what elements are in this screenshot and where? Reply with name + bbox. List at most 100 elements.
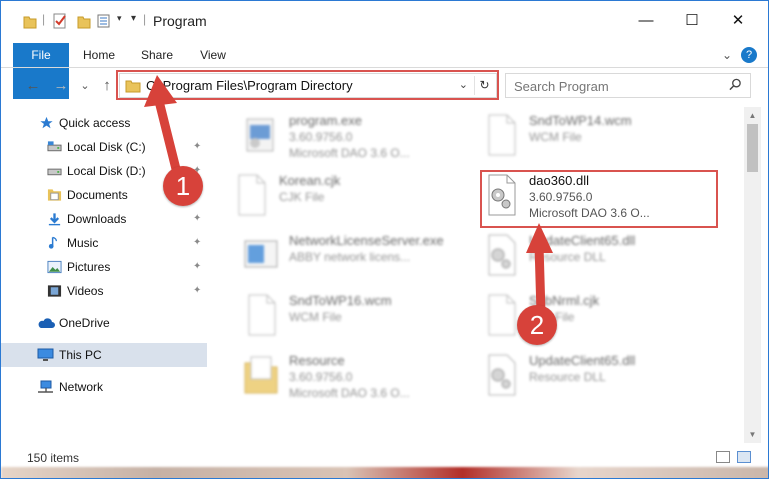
separator: | — [42, 12, 46, 26]
qa-more-icon[interactable]: ▾ — [131, 13, 136, 29]
blank-file-icon — [488, 114, 516, 156]
sidebar-item-this-pc[interactable]: This PC — [1, 343, 207, 367]
minimize-button[interactable]: — — [623, 1, 669, 39]
file-highlight-box — [480, 170, 718, 228]
video-icon — [47, 285, 62, 297]
file-name: NetworkLicenseServer.exe — [289, 233, 444, 248]
step-badge-1: 1 — [163, 166, 203, 206]
ribbon-divider — [1, 67, 768, 68]
file-item[interactable]: SndToWP16.wcm WCM File — [223, 289, 463, 345]
navigation-pane: Quick access Local Disk (C:) ✦ Local Dis… — [1, 107, 207, 443]
blank-file-icon — [488, 294, 516, 336]
documents-icon — [47, 189, 62, 201]
file-item[interactable]: Resource 3.60.9756.0 Microsoft DAO 3.6 O… — [223, 349, 463, 405]
pin-icon: ✦ — [193, 141, 202, 152]
file-item[interactable]: UpdateClient65.dll Resource DLL — [463, 349, 703, 405]
sidebar-item-label: OneDrive — [59, 316, 110, 330]
file-name: SndToWP14.wcm — [529, 113, 632, 128]
sidebar-item-downloads[interactable]: Downloads ✦ — [1, 207, 207, 231]
drive-icon — [47, 141, 62, 152]
sidebar-item-onedrive[interactable]: OneDrive — [1, 311, 207, 335]
file-type: WCM File — [529, 130, 582, 144]
ribbon-tabs: File Home Share View ⌄ ? — [1, 43, 768, 99]
file-list: program.exe 3.60.9756.0 Microsoft DAO 3.… — [213, 107, 743, 443]
blank-file-icon — [238, 174, 266, 216]
scroll-down-icon[interactable]: ▼ — [744, 426, 761, 443]
drive-icon — [47, 168, 62, 176]
explorer-window: | ▾ ▾ | Program — ☐ ✕ File Home Share Vi… — [0, 0, 769, 479]
dll-gear-icon — [488, 234, 516, 276]
folder-doc-icon — [244, 356, 278, 394]
address-highlight-box — [116, 70, 499, 100]
customize-icon[interactable] — [97, 13, 115, 29]
exe-icon — [246, 118, 274, 152]
close-button[interactable]: ✕ — [715, 1, 761, 39]
sidebar-item-label: Local Disk (D:) — [67, 164, 146, 178]
sidebar-item-local-disk-c[interactable]: Local Disk (C:) ✦ — [1, 135, 207, 159]
step-badge-2: 2 — [517, 305, 557, 345]
scroll-up-icon[interactable]: ▲ — [744, 107, 761, 124]
search-input[interactable]: Search Program — [505, 73, 751, 98]
file-description: ABBY network licens... — [289, 250, 411, 264]
tab-home[interactable]: Home — [77, 43, 121, 67]
sidebar-item-music[interactable]: Music ✦ — [1, 231, 207, 255]
recent-locations-button[interactable]: ⌄ — [75, 75, 95, 95]
file-name: SndToWP16.wcm — [289, 293, 392, 308]
search-icon[interactable] — [729, 78, 742, 91]
download-icon — [48, 213, 61, 226]
blank-file-icon — [248, 294, 276, 336]
properties-icon[interactable] — [52, 13, 68, 29]
sidebar-item-label: This PC — [59, 348, 102, 362]
file-description: Microsoft DAO 3.6 O... — [289, 146, 410, 160]
file-type: WCM File — [289, 310, 342, 324]
tab-share[interactable]: Share — [135, 43, 179, 67]
separator: | — [143, 12, 147, 26]
tab-view[interactable]: View — [191, 43, 235, 67]
back-button[interactable]: ← — [23, 75, 43, 95]
file-item[interactable]: SubNrml.cjk CJK File — [463, 289, 703, 345]
network-icon — [38, 380, 53, 393]
pin-icon: ✦ — [193, 261, 202, 272]
pin-icon: ✦ — [193, 285, 202, 296]
file-type: CJK File — [279, 190, 325, 204]
file-item[interactable]: SndToWP14.wcm WCM File — [463, 109, 703, 165]
file-item[interactable]: UpdateClient65.dll Resource DLL — [463, 229, 703, 285]
window-app-icon — [244, 240, 278, 268]
status-bar: 150 items — [1, 447, 768, 467]
file-type: Resource DLL — [529, 370, 606, 384]
sidebar-item-label: Local Disk (C:) — [67, 140, 146, 154]
title-bar: | ▾ ▾ | Program — ☐ ✕ — [1, 1, 768, 39]
large-icons-view-icon[interactable] — [737, 451, 751, 463]
maximize-button[interactable]: ☐ — [669, 1, 715, 39]
sidebar-item-label: Quick access — [59, 116, 131, 130]
file-name: program.exe — [289, 113, 362, 128]
sidebar-item-quick-access[interactable]: Quick access — [1, 111, 207, 135]
forward-button[interactable]: → — [51, 75, 71, 95]
file-description: Microsoft DAO 3.6 O... — [289, 386, 410, 400]
scroll-thumb[interactable] — [747, 124, 758, 172]
up-button[interactable]: ↑ — [97, 75, 117, 95]
details-view-icon[interactable] — [716, 451, 730, 463]
new-folder-icon[interactable] — [77, 13, 91, 29]
file-version: 3.60.9756.0 — [289, 370, 353, 384]
file-item[interactable]: Korean.cjk CJK File — [213, 169, 453, 225]
sidebar-item-label: Videos — [67, 284, 104, 298]
file-item[interactable]: NetworkLicenseServer.exe ABBY network li… — [223, 229, 463, 285]
folder-icon — [23, 16, 37, 29]
ribbon-expand-icon[interactable]: ⌄ — [719, 43, 735, 67]
dll-gear-icon — [488, 354, 516, 396]
sidebar-item-label: Documents — [67, 188, 128, 202]
file-name: UpdateClient65.dll — [529, 353, 636, 368]
sidebar-item-network[interactable]: Network — [1, 375, 207, 399]
help-icon[interactable]: ? — [741, 47, 757, 63]
sidebar-item-videos[interactable]: Videos ✦ — [1, 279, 207, 303]
file-name: Korean.cjk — [279, 173, 341, 188]
search-placeholder: Search Program — [514, 79, 609, 94]
qa-dropdown-icon[interactable]: ▾ — [117, 13, 122, 29]
vertical-scrollbar[interactable]: ▲ ▼ — [744, 107, 761, 443]
sidebar-item-pictures[interactable]: Pictures ✦ — [1, 255, 207, 279]
star-icon — [40, 116, 53, 129]
file-name: UpdateClient65.dll — [529, 233, 636, 248]
window-title: Program — [153, 13, 207, 29]
file-item[interactable]: program.exe 3.60.9756.0 Microsoft DAO 3.… — [223, 109, 463, 165]
